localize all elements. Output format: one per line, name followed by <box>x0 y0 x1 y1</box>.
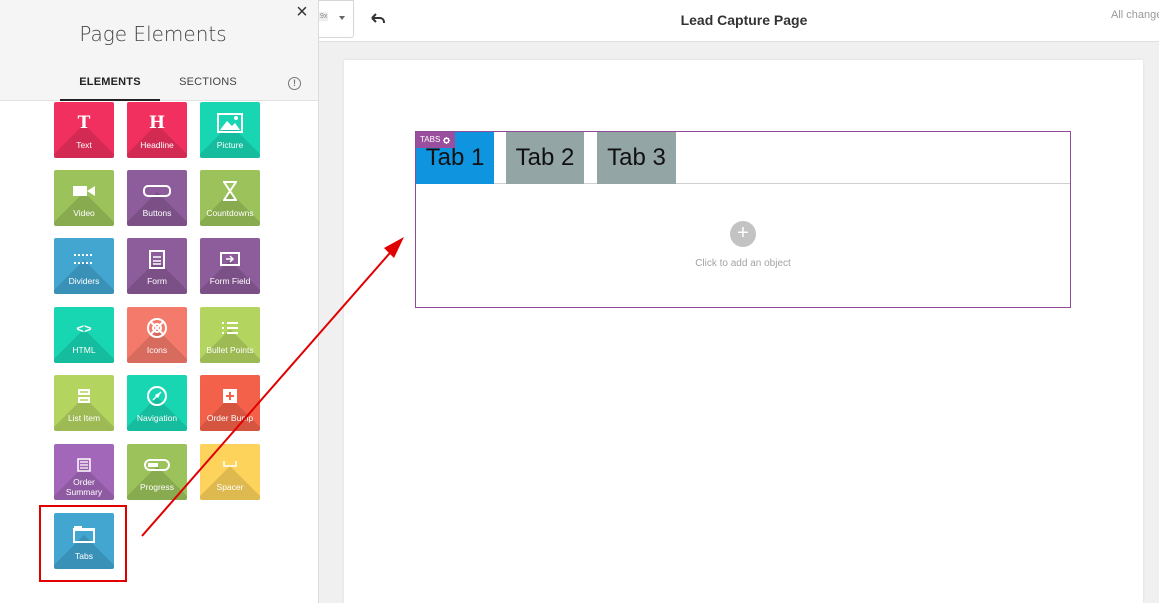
element-tile-buttons[interactable]: Buttons <box>127 170 187 226</box>
tab-3[interactable]: Tab 3 <box>597 132 676 184</box>
icons-icon <box>127 317 187 339</box>
close-panel-button[interactable]: × <box>293 2 311 22</box>
gear-icon <box>443 136 451 144</box>
tile-label: Buttons <box>142 208 172 218</box>
tile-label: Spacer <box>216 482 244 492</box>
hourglass-icon <box>200 180 260 202</box>
tab-sections[interactable]: SECTIONS <box>170 76 246 101</box>
add-object-hint: Click to add an object <box>695 258 791 269</box>
tile-label: Headline <box>140 140 174 150</box>
tile-label: Video <box>73 208 95 218</box>
form-icon <box>127 248 187 270</box>
element-tile-order-bump[interactable]: Order Bump <box>200 375 260 431</box>
text-icon: T <box>77 113 91 133</box>
tile-label: List Item <box>67 413 101 423</box>
element-tile-html[interactable]: <> HTML <box>54 307 114 363</box>
element-tile-dividers[interactable]: Dividers <box>54 238 114 294</box>
tile-label: Form Field <box>209 276 251 286</box>
panel-title: Page Elements <box>79 22 227 46</box>
progress-icon <box>127 454 187 476</box>
tabs-badge-label: TABS <box>420 135 441 144</box>
tile-label: Picture <box>216 140 244 150</box>
tile-label: Text <box>76 140 92 150</box>
tab-2[interactable]: Tab 2 <box>506 132 584 184</box>
tile-label: Progress <box>139 482 174 492</box>
tile-label: Bullet Points <box>206 345 254 355</box>
tile-label: Countdowns <box>206 208 254 218</box>
element-tile-progress[interactable]: Progress <box>127 444 187 500</box>
tile-label: HTML <box>72 345 96 355</box>
list-item-icon <box>54 385 114 407</box>
save-status: All changes saved <box>1111 9 1159 21</box>
tabs-element-badge[interactable]: TABS <box>416 132 456 148</box>
order-summary-icon <box>54 454 114 476</box>
tabs-tile-highlight <box>39 505 127 582</box>
element-tile-text[interactable]: T Text <box>54 102 114 158</box>
element-tile-list-item[interactable]: List Item <box>54 375 114 431</box>
top-bar: 9x Lead Capture Page All changes saved <box>319 0 1159 42</box>
element-tile-navigation[interactable]: Navigation <box>127 375 187 431</box>
divider-icon <box>54 248 114 270</box>
tile-label: Form <box>147 276 167 286</box>
tile-label: Order Summary <box>65 477 103 497</box>
element-tile-video[interactable]: Video <box>54 170 114 226</box>
tile-label: Navigation <box>136 413 178 423</box>
info-icon[interactable]: ! <box>288 77 301 90</box>
tabs-bar: Tab 1 Tab 2 Tab 3 <box>416 132 1070 184</box>
element-tile-picture[interactable]: Picture <box>200 102 260 158</box>
element-tile-headline[interactable]: H Headline <box>127 102 187 158</box>
tabs-widget[interactable]: Tab 1 Tab 2 Tab 3 TABS + Click to add an… <box>415 131 1071 308</box>
tab-elements[interactable]: ELEMENTS <box>60 76 160 101</box>
order-bump-icon <box>200 385 260 407</box>
element-tile-icons[interactable]: Icons <box>127 307 187 363</box>
video-icon <box>54 180 114 202</box>
element-tile-form-field[interactable]: Form Field <box>200 238 260 294</box>
element-tile-countdowns[interactable]: Countdowns <box>200 170 260 226</box>
element-tile-form[interactable]: Form <box>127 238 187 294</box>
list-icon <box>200 317 260 339</box>
spacer-icon <box>200 454 260 476</box>
add-object-button[interactable]: + <box>730 221 756 247</box>
element-tile-spacer[interactable]: Spacer <box>200 444 260 500</box>
tile-label: Dividers <box>68 276 100 286</box>
tile-label: Icons <box>146 345 168 355</box>
form-field-icon <box>200 248 260 270</box>
tile-label: Order Bump <box>206 413 254 423</box>
headline-icon: H <box>148 113 166 133</box>
page-title: Lead Capture Page <box>680 12 808 28</box>
navigation-icon <box>127 385 187 407</box>
button-icon <box>127 180 187 202</box>
code-icon: <> <box>76 320 92 336</box>
element-tile-bullet-points[interactable]: Bullet Points <box>200 307 260 363</box>
element-tile-order-summary[interactable]: Order Summary <box>54 444 114 500</box>
picture-icon <box>200 112 260 134</box>
panel-header: Page Elements × ELEMENTS SECTIONS ! <box>0 0 318 101</box>
